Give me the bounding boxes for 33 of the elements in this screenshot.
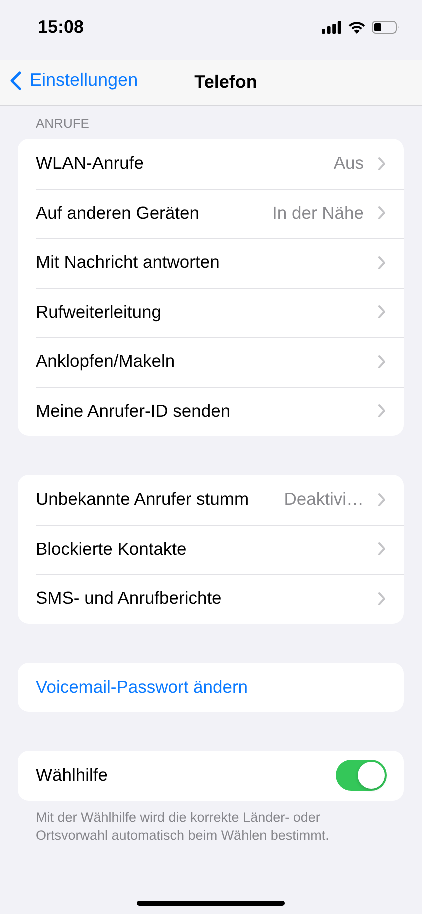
row-label: Wählhilfe [36,765,109,786]
chevron-icon [378,354,386,369]
row-label[interactable]: Anklopfen/Makeln [36,351,378,372]
wifi-icon [348,20,366,34]
back-button[interactable]: Einstellungen [10,70,138,91]
row-label[interactable]: Rufweiterleitung [36,302,378,323]
chevron-icon [378,592,386,606]
row-value: Deaktivi… [284,489,364,510]
row-label[interactable]: Blockierte Kontakte [36,538,378,560]
signal-icon [322,20,342,34]
row-label[interactable]: Auf anderen Geräten [36,202,273,224]
chevron-icon [378,492,386,507]
chevron-icon [378,256,386,270]
row-label[interactable]: SMS- und Anrufberichte [36,588,378,610]
row-link[interactable]: Voicemail-Passwort ändern [36,676,386,698]
back-chevron-icon [10,70,22,90]
row-label[interactable]: WLAN-Anrufe [36,153,334,174]
status-time: 15:08 [38,16,84,38]
row-label[interactable]: Meine Anrufer-ID senden [36,400,378,422]
chevron-icon [378,156,386,171]
footer-note: Mit der Wählhilfe wird die korrekte Länder- oder Ortsvorwahl automatisch beim Wählen bestimmt. [35,808,330,844]
chevron-icon [378,305,386,320]
battery-icon [372,20,400,34]
page-title: Telefon [194,72,258,93]
toggle-switch[interactable] [336,760,387,792]
row-value: Aus [334,153,364,174]
row-label[interactable]: Unbekannte Anrufer stumm [36,489,284,510]
row-value: In der Nähe [272,202,364,224]
chevron-icon [378,404,386,418]
chevron-icon [378,542,386,556]
row-label[interactable]: Mit Nachricht antworten [36,252,378,274]
chevron-icon [378,206,386,220]
section-header: ANRUFE [35,116,90,133]
